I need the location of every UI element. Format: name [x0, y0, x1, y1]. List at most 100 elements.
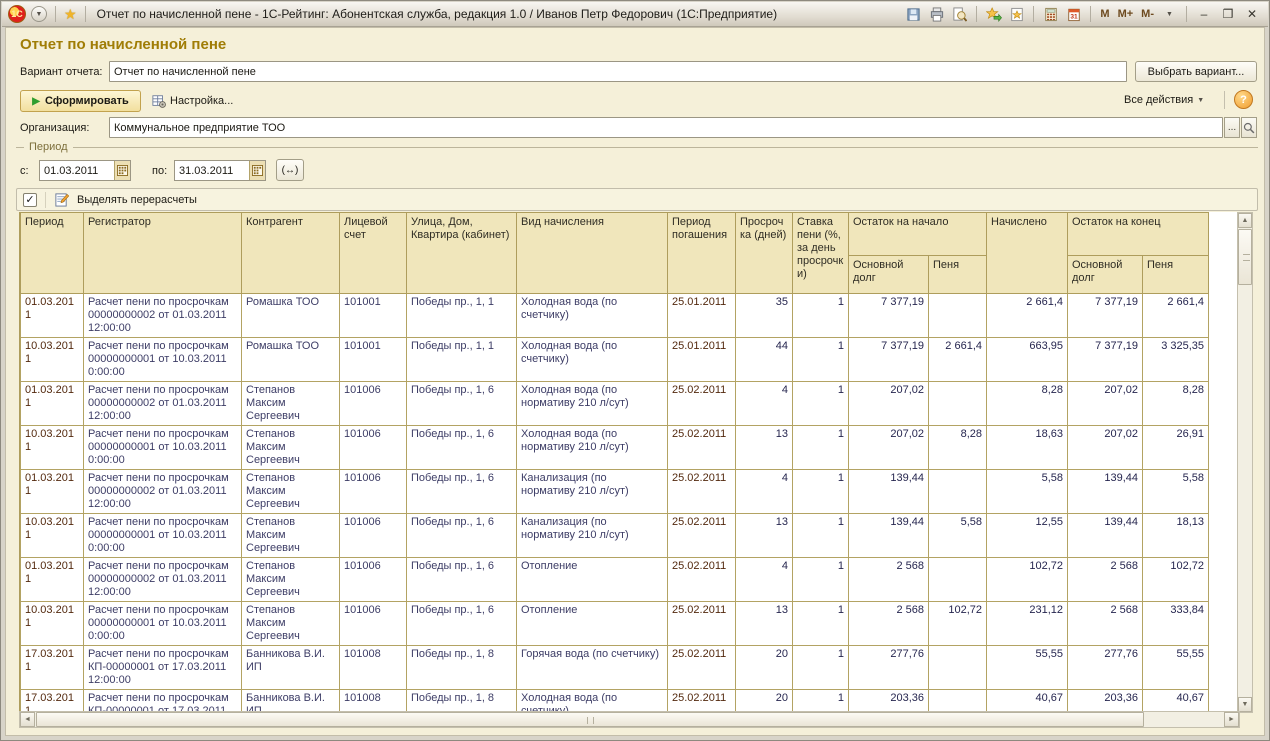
cell-overdue_days[interactable]: 20 — [736, 646, 793, 690]
cell-account[interactable]: 101006 — [340, 514, 407, 558]
col-header-address[interactable]: Улица, Дом, Квартира (кабинет) — [407, 213, 517, 294]
cell-accrual[interactable]: Канализация (по нормативу 210 л/сут) — [517, 470, 668, 514]
memory-recall-button[interactable]: M — [1098, 8, 1111, 20]
cell-contragent[interactable]: Степанов Максим Сергеевич — [242, 426, 340, 470]
calendar-picker-icon[interactable] — [249, 161, 265, 180]
cell-rate[interactable]: 1 — [793, 426, 849, 470]
cell-rate[interactable]: 1 — [793, 338, 849, 382]
cell-accrued[interactable]: 18,63 — [987, 426, 1068, 470]
cell-registrar[interactable]: Расчет пени по просрочкам 00000000001 от… — [84, 602, 242, 646]
cell-contragent[interactable]: Степанов Максим Сергеевич — [242, 514, 340, 558]
cell-contragent[interactable]: Банникова В.И. ИП — [242, 646, 340, 690]
col-header-end-penalty[interactable]: Пеня — [1143, 256, 1209, 294]
cell-end_penalty[interactable]: 333,84 — [1143, 602, 1209, 646]
cell-end_main[interactable]: 7 377,19 — [1068, 294, 1143, 338]
search-icon[interactable] — [1241, 117, 1257, 138]
cell-start_main[interactable]: 277,76 — [849, 646, 929, 690]
cell-registrar[interactable]: Расчет пени по просрочкам 00000000001 от… — [84, 338, 242, 382]
cell-end_main[interactable]: 2 568 — [1068, 558, 1143, 602]
cell-end_main[interactable]: 7 377,19 — [1068, 338, 1143, 382]
cell-registrar[interactable]: Расчет пени по просрочкам 00000000002 от… — [84, 470, 242, 514]
toolbar-overflow-icon[interactable]: ▼ — [1160, 5, 1179, 23]
ellipsis-button[interactable]: ... — [1224, 117, 1240, 138]
col-header-end-balance[interactable]: Остаток на конец — [1068, 213, 1209, 256]
col-header-start-main[interactable]: Основной долг — [849, 256, 929, 294]
cell-address[interactable]: Победы пр., 1, 6 — [407, 426, 517, 470]
col-header-contragent[interactable]: Контрагент — [242, 213, 340, 294]
calendar-icon[interactable]: 31 — [1064, 5, 1083, 23]
cell-due_date[interactable]: 25.02.2011 — [668, 558, 736, 602]
horizontal-scrollbar[interactable]: ◄ ► — [19, 711, 1240, 728]
cell-overdue_days[interactable]: 4 — [736, 470, 793, 514]
cell-start_main[interactable]: 207,02 — [849, 382, 929, 426]
cell-period[interactable]: 10.03.2011 — [21, 602, 84, 646]
cell-start_penalty[interactable]: 102,72 — [929, 602, 987, 646]
cell-period[interactable]: 01.03.2011 — [21, 470, 84, 514]
cell-end_penalty[interactable]: 18,13 — [1143, 514, 1209, 558]
cell-end_main[interactable]: 139,44 — [1068, 470, 1143, 514]
cell-rate[interactable]: 1 — [793, 646, 849, 690]
cell-accrued[interactable]: 2 661,4 — [987, 294, 1068, 338]
cell-account[interactable]: 101006 — [340, 602, 407, 646]
cell-contragent[interactable]: Степанов Максим Сергеевич — [242, 470, 340, 514]
cell-start_penalty[interactable] — [929, 558, 987, 602]
cell-rate[interactable]: 1 — [793, 602, 849, 646]
cell-account[interactable]: 101006 — [340, 558, 407, 602]
cell-end_penalty[interactable]: 102,72 — [1143, 558, 1209, 602]
cell-end_penalty[interactable]: 8,28 — [1143, 382, 1209, 426]
col-header-accrual[interactable]: Вид начисления — [517, 213, 668, 294]
cell-due_date[interactable]: 25.01.2011 — [668, 338, 736, 382]
cell-accrual[interactable]: Холодная вода (по счетчику) — [517, 294, 668, 338]
cell-end_penalty[interactable]: 5,58 — [1143, 470, 1209, 514]
cell-address[interactable]: Победы пр., 1, 6 — [407, 602, 517, 646]
cell-end_main[interactable]: 139,44 — [1068, 514, 1143, 558]
app-logo-icon[interactable]: 1С — [8, 5, 26, 23]
cell-start_main[interactable]: 207,02 — [849, 426, 929, 470]
cell-accrual[interactable]: Холодная вода (по счетчику) — [517, 338, 668, 382]
cell-accrued[interactable]: 102,72 — [987, 558, 1068, 602]
cell-registrar[interactable]: Расчет пени по просрочкам 00000000002 от… — [84, 558, 242, 602]
print-icon[interactable] — [927, 5, 946, 23]
help-button[interactable]: ? — [1234, 90, 1253, 109]
minimize-button[interactable]: – — [1194, 5, 1214, 23]
cell-address[interactable]: Победы пр., 1, 6 — [407, 470, 517, 514]
cell-start_penalty[interactable] — [929, 294, 987, 338]
cell-end_main[interactable]: 207,02 — [1068, 426, 1143, 470]
cell-accrual[interactable]: Холодная вода (по нормативу 210 л/сут) — [517, 382, 668, 426]
cell-period[interactable]: 01.03.2011 — [21, 382, 84, 426]
cell-rate[interactable]: 1 — [793, 294, 849, 338]
generate-button[interactable]: ▶ Сформировать — [20, 90, 141, 112]
cell-due_date[interactable]: 25.02.2011 — [668, 382, 736, 426]
col-header-due-date[interactable]: Период погашения — [668, 213, 736, 294]
cell-overdue_days[interactable]: 35 — [736, 294, 793, 338]
cell-start_main[interactable]: 2 568 — [849, 558, 929, 602]
col-header-period[interactable]: Период — [21, 213, 84, 294]
cell-overdue_days[interactable]: 13 — [736, 514, 793, 558]
cell-period[interactable]: 10.03.2011 — [21, 338, 84, 382]
cell-address[interactable]: Победы пр., 1, 1 — [407, 338, 517, 382]
choose-variant-button[interactable]: Выбрать вариант... — [1135, 61, 1257, 82]
cell-contragent[interactable]: Степанов Максим Сергеевич — [242, 602, 340, 646]
cell-contragent[interactable]: Степанов Максим Сергеевич — [242, 558, 340, 602]
col-header-rate[interactable]: Ставка пени (%, за день просрочки) — [793, 213, 849, 294]
cell-accrued[interactable]: 55,55 — [987, 646, 1068, 690]
cell-due_date[interactable]: 25.02.2011 — [668, 470, 736, 514]
cell-account[interactable]: 101006 — [340, 426, 407, 470]
cell-period[interactable]: 01.03.2011 — [21, 558, 84, 602]
cell-period[interactable]: 10.03.2011 — [21, 514, 84, 558]
print-preview-icon[interactable] — [950, 5, 969, 23]
favorites-star-icon[interactable]: ★ — [64, 7, 77, 21]
cell-accrued[interactable]: 12,55 — [987, 514, 1068, 558]
cell-account[interactable]: 101008 — [340, 646, 407, 690]
cell-accrued[interactable]: 8,28 — [987, 382, 1068, 426]
settings-button[interactable]: Настройка... — [152, 94, 233, 108]
cell-start_penalty[interactable] — [929, 382, 987, 426]
cell-accrual[interactable]: Отопление — [517, 558, 668, 602]
cell-contragent[interactable]: Степанов Максим Сергеевич — [242, 382, 340, 426]
cell-due_date[interactable]: 25.02.2011 — [668, 426, 736, 470]
col-header-overdue-days[interactable]: Просрочка (дней) — [736, 213, 793, 294]
cell-account[interactable]: 101006 — [340, 382, 407, 426]
cell-account[interactable]: 101006 — [340, 470, 407, 514]
maximize-button[interactable]: ❒ — [1218, 5, 1238, 23]
horizontal-scroll-thumb[interactable] — [36, 712, 1144, 727]
